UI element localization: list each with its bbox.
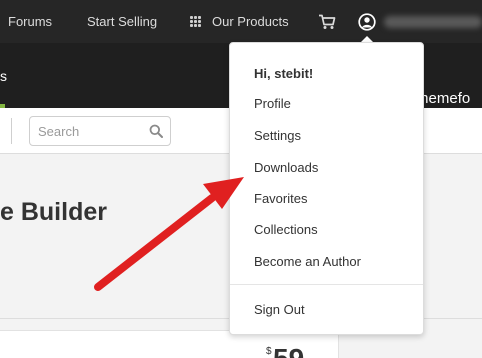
menu-divider bbox=[230, 284, 423, 285]
menu-item-downloads[interactable]: Downloads bbox=[254, 160, 318, 175]
menu-greeting: Hi, stebit! bbox=[254, 66, 314, 81]
menu-item-profile[interactable]: Profile bbox=[254, 96, 291, 111]
menu-item-sign-out[interactable]: Sign Out bbox=[254, 302, 305, 317]
search-input[interactable] bbox=[30, 117, 144, 145]
grid-icon[interactable] bbox=[190, 16, 201, 27]
menu-item-become-author[interactable]: Become an Author bbox=[254, 254, 361, 269]
nav-link-forums[interactable]: Forums bbox=[8, 14, 52, 29]
search-box bbox=[29, 116, 171, 146]
nav-link-our-products[interactable]: Our Products bbox=[212, 14, 289, 29]
active-category-tab[interactable]: s bbox=[0, 68, 7, 84]
page-title: e Builder bbox=[0, 198, 107, 226]
filter-divider bbox=[11, 118, 12, 144]
menu-item-favorites[interactable]: Favorites bbox=[254, 191, 307, 206]
search-icon[interactable] bbox=[149, 124, 163, 138]
price-currency: $ bbox=[266, 346, 272, 357]
user-icon[interactable] bbox=[358, 13, 376, 31]
menu-item-settings[interactable]: Settings bbox=[254, 128, 301, 143]
menu-item-collections[interactable]: Collections bbox=[254, 222, 318, 237]
user-dropdown-menu: Hi, stebit! Profile Settings Downloads F… bbox=[229, 42, 424, 335]
username-redacted[interactable] bbox=[384, 16, 482, 28]
brand-logo[interactable]: themefo bbox=[416, 90, 470, 107]
nav-link-start-selling[interactable]: Start Selling bbox=[87, 14, 157, 29]
price-value: 59 bbox=[273, 345, 304, 358]
cart-icon[interactable] bbox=[318, 14, 336, 30]
top-navigation-bar: Forums Start Selling Our Products bbox=[0, 0, 482, 43]
